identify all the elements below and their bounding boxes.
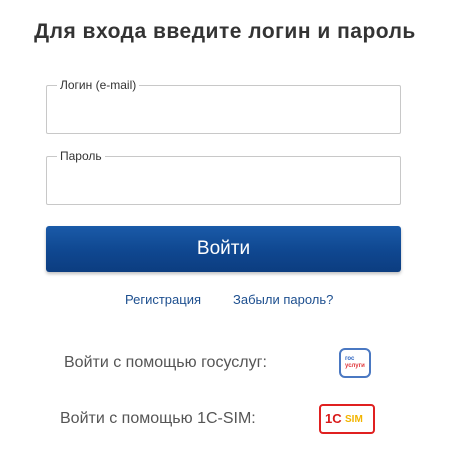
login-field-label: Логин (e-mail) [57, 78, 140, 92]
gosuslugi-login-label: Войти с помощью госуслуг: [64, 354, 267, 371]
gosuslugi-logo-icon[interactable]: гос услуги [339, 348, 371, 378]
login-input[interactable] [57, 100, 389, 126]
sim-logo-left: 1C [325, 411, 342, 426]
forgot-password-link[interactable]: Забыли пароль? [233, 292, 333, 307]
page-title: Для входа введите логин и пароль [34, 20, 416, 43]
sim-login-label: Войти с помощью 1C-SIM: [60, 410, 256, 427]
password-input[interactable] [57, 171, 389, 197]
login-button[interactable]: Войти [46, 226, 401, 272]
gosuslugi-logo-bottom: услуги [345, 363, 365, 369]
password-field-label: Пароль [57, 149, 105, 163]
login-field[interactable]: Логин (e-mail) [46, 78, 401, 134]
login-page: Для входа введите логин и пароль Логин (… [0, 0, 450, 449]
password-field[interactable]: Пароль [46, 149, 401, 205]
sim-logo-right: SIM [345, 414, 363, 425]
gosuslugi-logo-top: гос [345, 356, 355, 362]
1c-sim-logo-icon[interactable]: 1C SIM [319, 404, 375, 434]
register-link[interactable]: Регистрация [125, 292, 201, 307]
